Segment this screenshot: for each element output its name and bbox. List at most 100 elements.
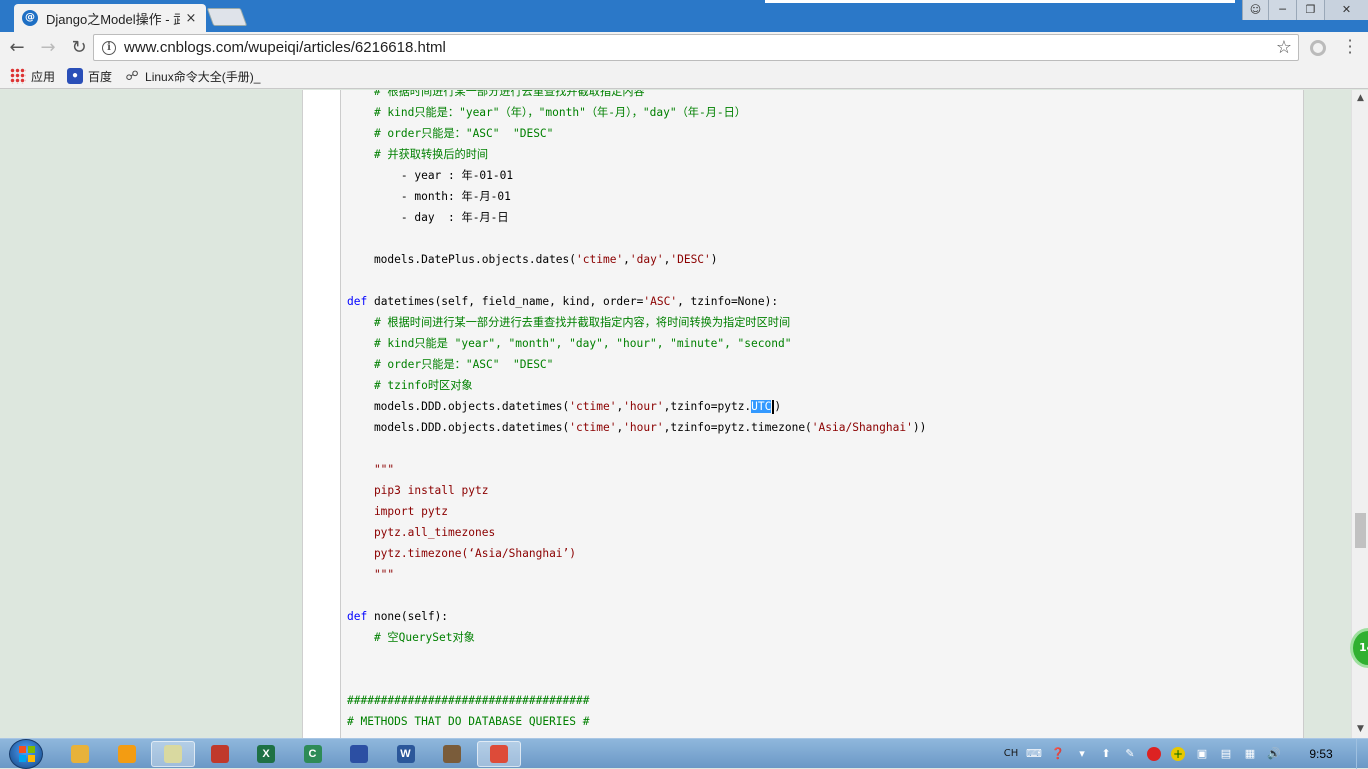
code-token: ,tzinfo=pytz.timezone( [663,421,812,434]
close-window-button[interactable]: ✕ [1324,0,1368,20]
code-token: # order只能是："ASC" "DESC" [347,358,554,371]
bookmark-baidu[interactable]: ● 百度 [67,68,112,85]
explorer-icon [71,745,89,763]
keyboard-icon[interactable]: ⌨ [1022,739,1046,769]
volume-icon[interactable]: 🔊 [1262,739,1286,769]
code-line: pytz.all_timezones [347,522,926,543]
address-bar[interactable]: i www.cnblogs.com/wupeiqi/articles/62166… [93,34,1299,61]
word-icon: W [396,745,415,763]
explorer-app[interactable] [58,741,102,767]
new-tab-button[interactable] [206,8,248,26]
code-token: pytz.timezone(‘Asia/Shanghai’) [347,547,577,560]
bookmark-star-icon[interactable]: ☆ [1276,37,1292,58]
window-controls: ☺ ─ ❐ ✕ [1242,0,1368,20]
code-token: 'day' [629,253,664,266]
tray-expand-icon[interactable]: ▾ [1070,739,1094,769]
code-block: # 根据时间进行某一部分进行去重查找并截取指定内容 # kind只能是："yea… [340,90,1304,738]
forward-arrow-icon[interactable]: → [34,34,62,62]
display-icon[interactable]: ▦ [1238,739,1262,769]
devices-icon[interactable]: ▣ [1190,739,1214,769]
code-token: 'ASC' [643,295,678,308]
show-desktop-button[interactable] [1356,739,1368,769]
browser-toolbar: ← → ↻ i www.cnblogs.com/wupeiqi/articles… [0,32,1368,64]
restore-button[interactable]: ❐ [1296,0,1324,20]
chrome-app[interactable] [476,741,521,767]
code-line: - year : 年-01-01 [347,165,926,186]
reload-icon[interactable]: ↻ [65,34,93,62]
notepad-app[interactable] [151,741,195,767]
tab-close-icon[interactable]: × [184,11,198,26]
minimize-button[interactable]: ─ [1268,0,1296,20]
code-token: datetimes(self, field_name, kind, order= [367,295,644,308]
pin-icon[interactable]: ⬆ [1094,739,1118,769]
code-token: pytz.all_timezones [347,526,496,539]
baidu-paw-icon: ● [67,68,84,84]
code-token: , tzinfo=None): [677,295,779,308]
code-token: 'DESC' [670,253,711,266]
code-text[interactable]: # 根据时间进行某一部分进行去重查找并截取指定内容 # kind只能是："yea… [347,90,926,732]
code-token: # 并获取转换后的时间 [347,148,489,161]
input-tool-icon[interactable]: ✎ [1118,739,1142,769]
code-line: import pytz [347,501,926,522]
security-plus-icon[interactable]: + [1166,739,1190,769]
scroll-up-arrow-icon[interactable]: ▲ [1352,90,1368,107]
extension-icon[interactable] [1310,40,1326,56]
code-token: """ [347,463,395,476]
cnblogs-favicon-icon: @ [22,10,38,26]
scrollbar-thumb[interactable] [1355,513,1366,548]
bookmark-linux[interactable]: ☍ Linux命令大全(手册)_ [124,68,260,85]
browser-menu-icon[interactable]: · · · [1346,33,1354,61]
profile-icon[interactable]: ☺ [1242,0,1268,20]
language-indicator[interactable]: CH [1000,739,1022,769]
firefox-app[interactable] [105,741,149,767]
code-line: # 根据时间进行某一部分进行去重查找并截取指定内容 [347,90,926,102]
network-icon[interactable]: ▤ [1214,739,1238,769]
code-line: """ [347,459,926,480]
code-line: """ [347,564,926,585]
excel-app[interactable]: X [244,741,288,767]
code-token: ,tzinfo=pytz. [663,400,752,413]
code-token: # kind只能是 "year", "month", "day", "hour"… [347,337,792,350]
bookmark-label: 百度 [88,69,113,84]
code-token: none(self): [367,610,449,623]
record-icon[interactable] [1142,739,1166,769]
word-app[interactable]: W [384,741,428,767]
clock[interactable]: 9:53 [1286,747,1356,761]
camtasia-app[interactable]: C [291,741,335,767]
code-token: # tzinfo时区对象 [347,379,473,392]
code-token: models.DDD.objects.datetimes( [347,421,570,434]
code-line: # order只能是："ASC" "DESC" [347,354,926,375]
xmind-icon [210,745,229,763]
start-button[interactable] [9,739,43,769]
firefox-icon [117,745,136,763]
save-app[interactable] [337,741,381,767]
tools-app[interactable] [430,741,474,767]
browser-tab-active[interactable]: @ Django之Model操作 - 武 × [14,4,206,32]
help-icon[interactable]: ❓ [1046,739,1070,769]
code-line: pip3 install pytz [347,480,926,501]
chrome-icon [489,745,508,763]
site-info-icon[interactable]: i [102,40,116,55]
code-token: import pytz [347,505,449,518]
code-token: 'hour' [623,400,664,413]
back-arrow-icon[interactable]: ← [3,34,31,62]
code-line: - day : 年-月-日 [347,207,926,228]
code-token: ) [774,400,782,413]
code-line: def datetimes(self, field_name, kind, or… [347,291,926,312]
xmind-app[interactable] [198,741,242,767]
scroll-down-arrow-icon[interactable]: ▼ [1352,721,1368,738]
code-token: def [347,610,368,623]
code-line: def none(self): [347,606,926,627]
tab-strip-highlight [765,0,1235,3]
code-token: - year : 年-01-01 [347,169,514,182]
code-line: #################################### [347,690,926,711]
code-line: models.DatePlus.objects.dates('ctime','d… [347,249,926,270]
address-url[interactable]: www.cnblogs.com/wupeiqi/articles/6216618… [124,39,446,56]
bookmark-apps[interactable]: 应用 [10,68,55,85]
code-token: """ [347,568,395,581]
